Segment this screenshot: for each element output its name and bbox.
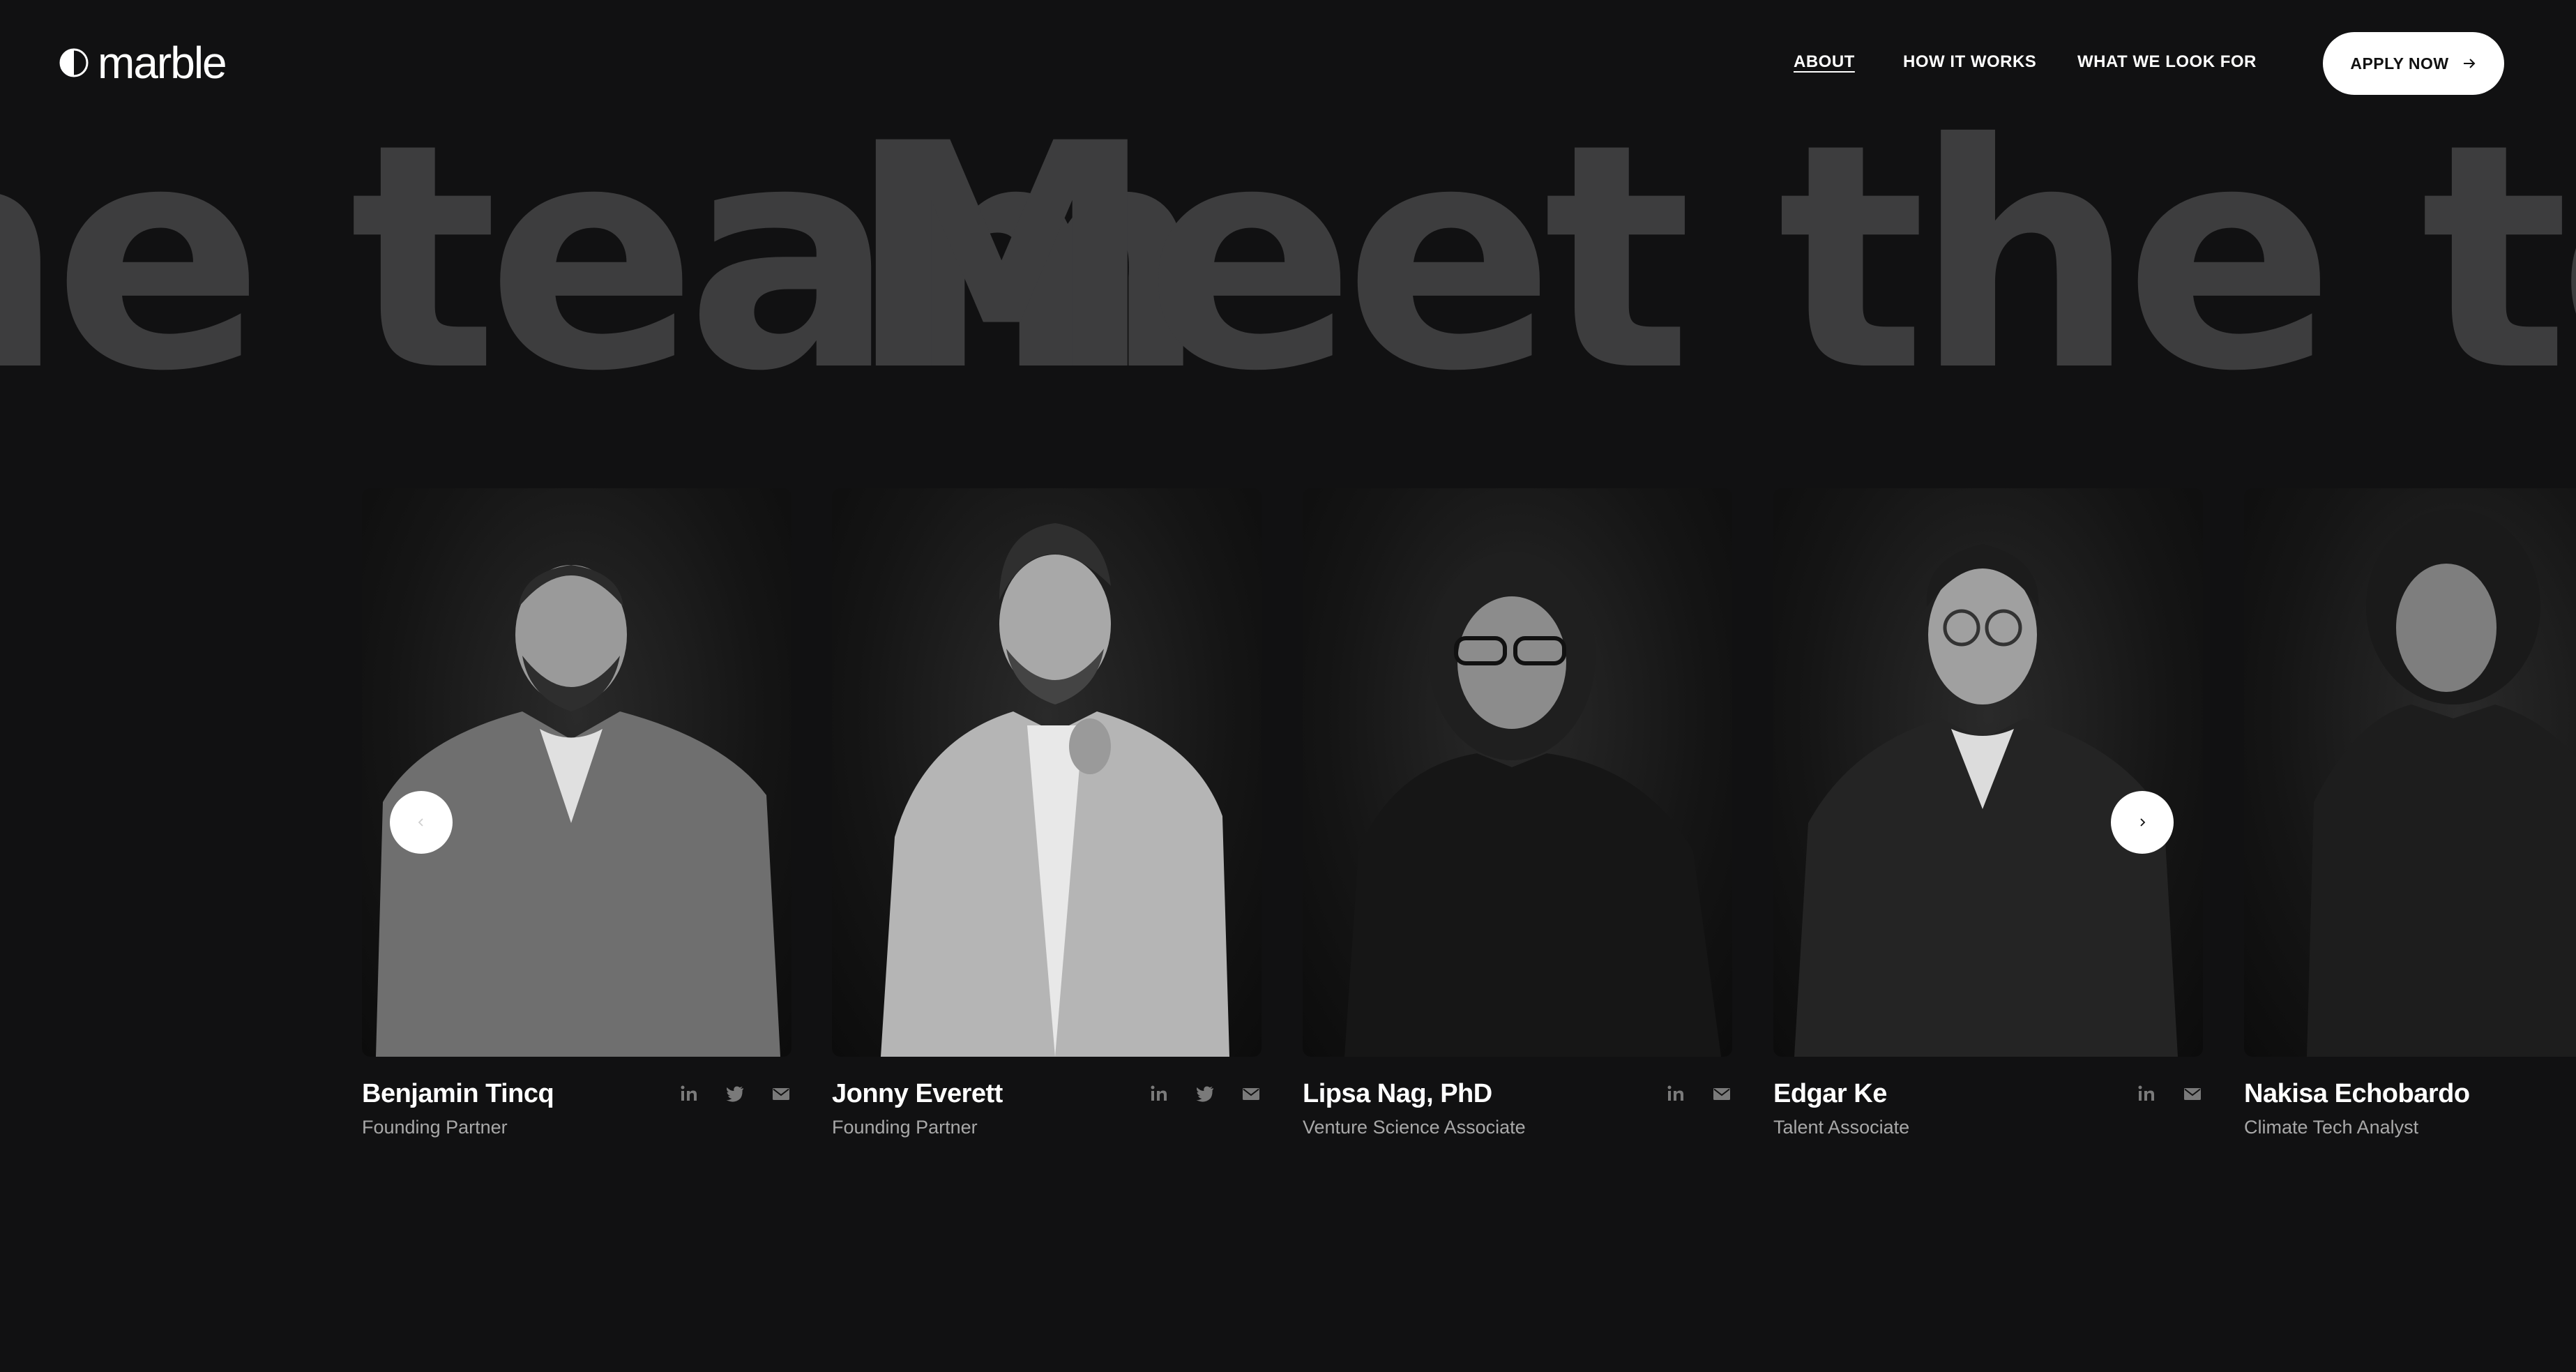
- linkedin-icon[interactable]: [679, 1083, 699, 1104]
- team-member-photo: [1303, 488, 1732, 1057]
- team-card[interactable]: Nakisa Echobardo Climate Tech Analyst: [2244, 488, 2576, 1163]
- team-member-role: Venture Science Associate: [1303, 1117, 1526, 1138]
- social-links: [1123, 1083, 1262, 1104]
- brand-logo[interactable]: marble: [59, 38, 227, 88]
- half-circle-logo-icon: [59, 48, 89, 77]
- team-member-name: Benjamin Tincq: [362, 1079, 554, 1108]
- carousel-prev-button[interactable]: [390, 791, 453, 854]
- person-portrait-image: [881, 523, 1229, 1057]
- linkedin-icon[interactable]: [1665, 1083, 1686, 1104]
- team-member-role: Founding Partner: [362, 1117, 508, 1138]
- social-links: [1640, 1083, 1732, 1104]
- person-portrait-image: [2307, 509, 2576, 1057]
- twitter-icon[interactable]: [725, 1083, 745, 1104]
- apply-now-label: APPLY NOW: [2350, 54, 2449, 73]
- chevron-left-icon: [418, 818, 423, 827]
- team-member-photo: [832, 488, 1262, 1057]
- team-member-photo: [362, 488, 791, 1057]
- hero-marquee: Meet the team Meet the team: [0, 105, 2576, 412]
- marquee-text-2: Meet the team: [847, 105, 2576, 412]
- team-member-name: Nakisa Echobardo: [2244, 1079, 2470, 1108]
- team-card[interactable]: Jonny Everett Founding Partner: [832, 488, 1262, 1163]
- email-icon[interactable]: [1711, 1083, 1732, 1104]
- team-member-photo: [2244, 488, 2576, 1057]
- person-portrait-image: [376, 565, 780, 1057]
- team-member-name: Jonny Everett: [832, 1079, 1003, 1108]
- nav-link-what-we-look-for[interactable]: WHAT WE LOOK FOR: [2077, 52, 2257, 72]
- team-member-name: Lipsa Nag, PhD: [1303, 1079, 1492, 1108]
- team-member-role: Climate Tech Analyst: [2244, 1117, 2419, 1138]
- linkedin-icon[interactable]: [1149, 1083, 1169, 1104]
- chevron-right-icon: [2140, 818, 2146, 827]
- team-card[interactable]: Lipsa Nag, PhD Venture Science Associate: [1303, 488, 1732, 1163]
- nav-link-how-it-works[interactable]: HOW IT WORKS: [1903, 52, 2036, 72]
- team-member-photo: [1773, 488, 2203, 1057]
- nav-link-about[interactable]: ABOUT: [1794, 52, 1855, 72]
- carousel-next-button[interactable]: [2111, 791, 2174, 854]
- person-portrait-image: [1794, 544, 2178, 1057]
- social-links: [653, 1083, 791, 1104]
- twitter-icon[interactable]: [1195, 1083, 1215, 1104]
- team-carousel: Benjamin Tincq Founding Partner Jonny Ev…: [0, 488, 2576, 1186]
- person-portrait-image: [1344, 551, 1721, 1057]
- email-icon[interactable]: [2182, 1083, 2203, 1104]
- email-icon[interactable]: [1241, 1083, 1262, 1104]
- team-member-role: Talent Associate: [1773, 1117, 1910, 1138]
- linkedin-icon[interactable]: [2136, 1083, 2157, 1104]
- apply-now-button[interactable]: APPLY NOW: [2323, 32, 2504, 95]
- team-member-role: Founding Partner: [832, 1117, 978, 1138]
- social-links: [2111, 1083, 2203, 1104]
- brand-name: marble: [98, 38, 227, 88]
- arrow-right-icon: [2463, 59, 2476, 68]
- email-icon[interactable]: [771, 1083, 791, 1104]
- team-member-name: Edgar Ke: [1773, 1079, 1887, 1108]
- team-page: marble ABOUT HOW IT WORKS WHAT WE LOOK F…: [0, 0, 2576, 1372]
